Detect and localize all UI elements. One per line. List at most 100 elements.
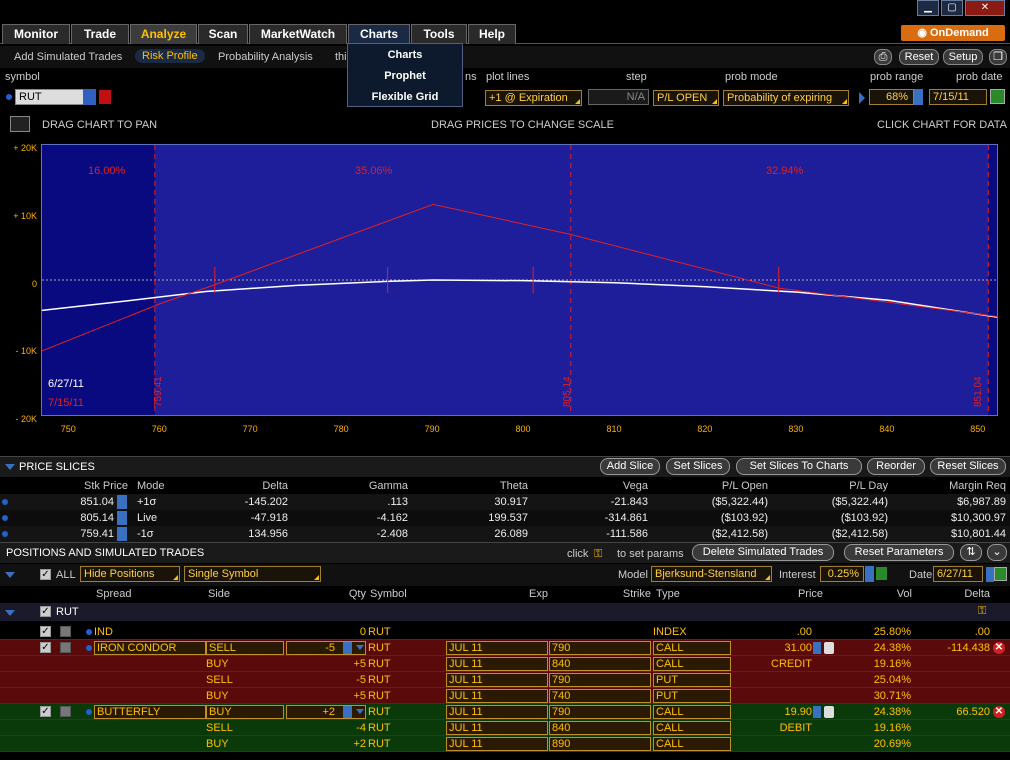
all-checkbox[interactable]: ✓ <box>40 569 51 580</box>
restore-button[interactable]: ▢ <box>941 0 963 16</box>
qty-field[interactable]: +2 <box>286 705 366 719</box>
menu-item-charts[interactable]: Charts <box>348 45 462 65</box>
qty-dropdown-icon[interactable] <box>356 645 364 650</box>
tab-tools[interactable]: Tools <box>411 24 467 44</box>
side-field[interactable]: BUY <box>206 705 284 719</box>
row-toggle-box[interactable] <box>60 706 71 717</box>
tab-marketwatch[interactable]: MarketWatch <box>249 24 347 44</box>
qty-spinner-icon[interactable] <box>343 642 352 654</box>
table-row[interactable]: ✓ IND 0 RUT INDEX .00 25.80% .00 <box>0 624 1010 640</box>
subtab-risk-profile[interactable]: Risk Profile <box>135 49 205 63</box>
subtab-truncated[interactable]: thi <box>335 51 347 63</box>
price-spinner-icon[interactable] <box>117 495 127 509</box>
subtab-probability-analysis[interactable]: Probability Analysis <box>218 51 313 63</box>
table-row[interactable]: 759.41 -1σ 134.956 -2.408 26.089 -111.586 ($2,… <box>0 526 1010 542</box>
price-spinner-icon[interactable] <box>813 642 821 654</box>
detach-icon[interactable]: ❐ <box>989 49 1007 65</box>
collapse-icon[interactable] <box>5 610 15 616</box>
remove-row-icon[interactable]: ✕ <box>993 706 1005 718</box>
side-field[interactable]: SELL <box>206 641 284 655</box>
exp-field[interactable]: JUL 11 <box>446 641 548 655</box>
reset-button[interactable]: Reset <box>899 49 939 65</box>
qty-spinner-icon[interactable] <box>343 706 352 718</box>
type-field[interactable]: CALL <box>653 721 731 735</box>
pl-mode-select[interactable]: P/L OPEN <box>653 90 719 106</box>
set-slices-button[interactable]: Set Slices <box>666 458 730 475</box>
group-checkbox[interactable]: ✓ <box>40 606 51 617</box>
table-row[interactable]: SELL -4 RUT JUL 11 840 CALL DEBIT 19.16% <box>0 720 1010 736</box>
table-row[interactable]: ✓ BUTTERFLY BUY +2 RUT JUL 11 790 CALL 19.90 24.3… <box>0 704 1010 720</box>
hide-positions-select[interactable]: Hide Positions <box>80 566 180 582</box>
menu-item-flexible-grid[interactable]: Flexible Grid <box>348 87 462 107</box>
row-toggle-box[interactable] <box>60 642 71 653</box>
strike-field[interactable]: 740 <box>549 689 651 703</box>
row-checkbox[interactable]: ✓ <box>40 642 51 653</box>
table-row[interactable]: BUY +5 RUT JUL 11 740 PUT 30.71% <box>0 688 1010 704</box>
link-icon[interactable]: ⇅ <box>960 544 982 561</box>
setup-button[interactable]: Setup <box>943 49 983 65</box>
tab-monitor[interactable]: Monitor <box>2 24 70 44</box>
prob-mode-select[interactable]: Probability of expiring <box>723 90 849 106</box>
table-row[interactable]: SELL -5 RUT JUL 11 790 PUT 25.04% <box>0 672 1010 688</box>
date-input[interactable]: 6/27/11 <box>933 566 983 582</box>
type-field[interactable]: PUT <box>653 689 731 703</box>
qty-field[interactable]: -5 <box>286 641 366 655</box>
exp-field[interactable]: JUL 11 <box>446 705 548 719</box>
spread-field[interactable]: IRON CONDOR <box>94 641 206 655</box>
type-field[interactable]: PUT <box>653 673 731 687</box>
table-row[interactable]: 805.14 Live -47.918 -4.162 199.537 -314.861 ($… <box>0 510 1010 526</box>
minimize-button[interactable]: ▁ <box>917 0 939 16</box>
close-window-button[interactable]: ✕ <box>965 0 1005 16</box>
price-lock-icon[interactable] <box>824 706 834 718</box>
tab-analyze[interactable]: Analyze <box>130 24 197 44</box>
type-field[interactable]: CALL <box>653 657 731 671</box>
set-slices-to-charts-button[interactable]: Set Slices To Charts <box>736 458 862 475</box>
reset-slices-button[interactable]: Reset Slices <box>930 458 1006 475</box>
calendar-icon[interactable] <box>994 567 1007 581</box>
menu-item-prophet[interactable]: Prophet <box>348 66 462 86</box>
qty-dropdown-icon[interactable] <box>356 709 364 714</box>
type-field[interactable]: CALL <box>653 705 731 719</box>
collapse-positions-icon[interactable]: ⌄ <box>987 544 1007 561</box>
subtab-add-simulated-trades[interactable]: Add Simulated Trades <box>14 51 122 63</box>
interest-spinner-icon[interactable] <box>865 566 874 582</box>
exp-field[interactable]: JUL 11 <box>446 737 548 751</box>
plot-lines-select[interactable]: +1 @ Expiration <box>485 90 582 106</box>
price-slices-cell[interactable]: 851.04 <box>80 496 114 508</box>
strike-field[interactable]: 790 <box>549 705 651 719</box>
row-toggle-box[interactable] <box>60 626 71 637</box>
step-input[interactable]: N/A <box>588 89 649 105</box>
play-arrow-icon[interactable] <box>859 92 865 104</box>
price-spinner-icon[interactable] <box>117 527 127 541</box>
price-spinner-icon[interactable] <box>813 706 821 718</box>
prob-range-spinner-icon[interactable] <box>914 89 923 105</box>
tab-charts[interactable]: Charts <box>348 24 410 44</box>
exp-field[interactable]: JUL 11 <box>446 721 548 735</box>
exp-field[interactable]: JUL 11 <box>446 673 548 687</box>
price-slices-cell[interactable]: 805.14 <box>80 512 114 524</box>
ondemand-button[interactable]: ◉ OnDemand <box>901 25 1005 41</box>
prob-date-input[interactable]: 7/15/11 <box>929 89 987 105</box>
row-checkbox[interactable]: ✓ <box>40 706 51 717</box>
type-field[interactable]: CALL <box>653 737 731 751</box>
price-slices-cell[interactable]: 759.41 <box>80 528 114 540</box>
spread-field[interactable]: BUTTERFLY <box>94 705 206 719</box>
exp-field[interactable]: JUL 11 <box>446 657 548 671</box>
table-row[interactable]: 851.04 +1σ -145.202 .113 30.917 -21.843 ($5,32… <box>0 494 1010 510</box>
model-select[interactable]: Bjerksund-Stensland <box>651 566 772 582</box>
delete-simulated-trades-button[interactable]: Delete Simulated Trades <box>692 544 834 561</box>
add-slice-button[interactable]: Add Slice <box>600 458 660 475</box>
strike-field[interactable]: 890 <box>549 737 651 751</box>
print-icon[interactable]: ⎙ <box>874 49 892 65</box>
collapse-icon[interactable] <box>5 572 15 578</box>
calendar-icon[interactable] <box>990 89 1005 104</box>
interest-input[interactable]: 0.25% <box>820 566 864 582</box>
collapse-icon[interactable] <box>5 464 15 470</box>
strike-field[interactable]: 840 <box>549 657 651 671</box>
group-row-rut[interactable]: ✓ RUT ⚿ <box>0 603 1010 621</box>
single-symbol-select[interactable]: Single Symbol <box>184 566 321 582</box>
chart-image-icon[interactable] <box>10 116 30 132</box>
price-lock-icon[interactable] <box>824 642 834 654</box>
remove-row-icon[interactable]: ✕ <box>993 642 1005 654</box>
reorder-button[interactable]: Reorder <box>867 458 925 475</box>
